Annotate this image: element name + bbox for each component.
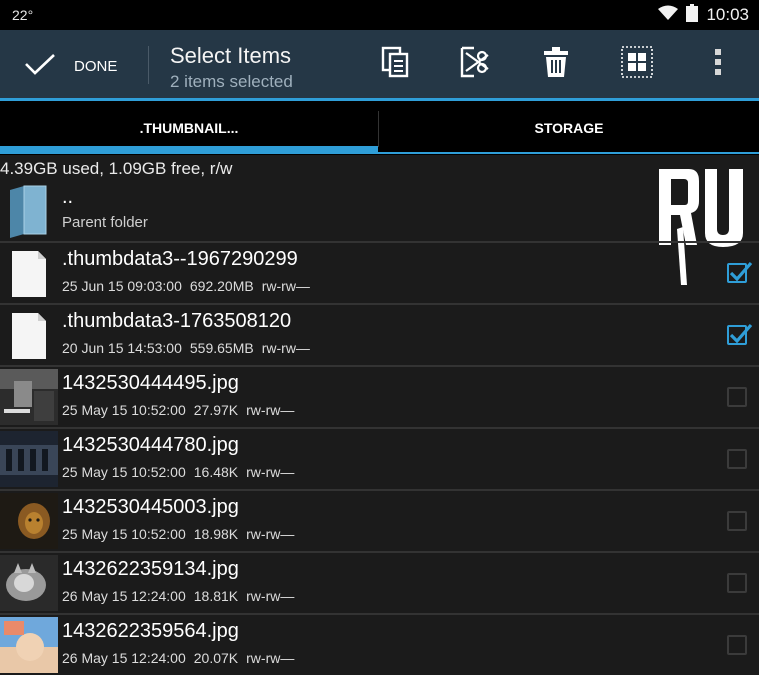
- image-thumbnail: [0, 555, 58, 611]
- status-bar: 22° 10:03: [0, 0, 759, 30]
- file-date: 26 May 15 12:24:00: [62, 588, 186, 604]
- divider: [148, 46, 149, 84]
- select-all-button[interactable]: [617, 44, 657, 84]
- file-date: 20 Jun 15 14:53:00: [62, 340, 182, 356]
- image-thumbnail: [0, 617, 58, 673]
- cut-icon: [458, 45, 492, 84]
- file-name: .thumbdata3-1763508120: [62, 310, 292, 332]
- file-size: 18.98K: [193, 526, 239, 542]
- file-permissions: rw-rw—: [246, 650, 295, 666]
- file-date: 25 May 15 10:52:00: [62, 402, 186, 418]
- image-thumbnail: [0, 493, 58, 549]
- file-row[interactable]: 1432530444780.jpg 25 May 15 10:52:00 16.4…: [0, 427, 759, 489]
- delete-button[interactable]: [536, 44, 576, 84]
- storage-info: 4.39GB used, 1.09GB free, r/w: [0, 159, 233, 178]
- file-permissions: rw-rw—: [246, 402, 295, 418]
- file-size: 16.48K: [193, 464, 239, 480]
- file-permissions: rw-rw—: [261, 340, 310, 356]
- file-name: 1432622359564.jpg: [62, 620, 239, 642]
- file-name: 1432622359134.jpg: [62, 558, 239, 580]
- selection-count: 2 items selected: [170, 72, 293, 91]
- temperature-indicator: 22°: [12, 7, 34, 23]
- file-permissions: rw-rw—: [246, 588, 295, 604]
- parent-folder-label: Parent folder: [62, 214, 148, 231]
- file-permissions: rw-rw—: [246, 464, 295, 480]
- file-checkbox[interactable]: [727, 387, 747, 407]
- cut-button[interactable]: [455, 44, 495, 84]
- overflow-menu-icon: [714, 48, 722, 81]
- file-checkbox[interactable]: [727, 511, 747, 531]
- file-date: 26 May 15 12:24:00: [62, 650, 186, 666]
- file-thumbnail: [0, 245, 58, 301]
- overflow-menu-button[interactable]: [698, 44, 738, 84]
- file-row[interactable]: .thumbdata3-1763508120 20 Jun 15 14:53:0…: [0, 303, 759, 365]
- image-thumbnail: [0, 369, 58, 425]
- folder-icon: [8, 184, 48, 243]
- file-name: 1432530444495.jpg: [62, 372, 239, 394]
- tab-underline: [0, 152, 759, 154]
- done-button[interactable]: DONE: [0, 30, 145, 98]
- battery-icon: [686, 3, 699, 27]
- file-checkbox[interactable]: [727, 261, 753, 283]
- check-icon: [24, 52, 56, 81]
- copy-button[interactable]: [375, 44, 415, 84]
- file-date: 25 Jun 15 09:03:00: [62, 278, 182, 294]
- image-thumbnail: [0, 431, 58, 487]
- file-row[interactable]: 1432530444495.jpg 25 May 15 10:52:00 27.9…: [0, 365, 759, 427]
- file-name: 1432530444780.jpg: [62, 434, 239, 456]
- parent-folder-row[interactable]: .. Parent folder: [0, 180, 759, 240]
- file-checkbox[interactable]: [727, 323, 753, 345]
- file-thumbnail: [0, 307, 58, 363]
- file-checkbox[interactable]: [727, 449, 747, 469]
- file-size: 20.07K: [193, 650, 239, 666]
- file-size: 27.97K: [193, 402, 239, 418]
- file-name: .thumbdata3--1967290299: [62, 248, 298, 270]
- wifi-icon: [658, 5, 679, 26]
- action-bar-title: Select Items: [170, 43, 292, 68]
- clock: 10:03: [706, 5, 749, 24]
- file-permissions: rw-rw—: [261, 278, 310, 294]
- action-bar: DONE Select Items 2 items selected: [0, 30, 759, 101]
- file-size: 559.65MB: [189, 340, 254, 356]
- file-checkbox[interactable]: [727, 635, 747, 655]
- done-label: DONE: [74, 58, 118, 75]
- file-size: 692.20MB: [189, 278, 254, 294]
- file-row[interactable]: 1432530445003.jpg 25 May 15 10:52:00 18.9…: [0, 489, 759, 551]
- trash-icon: [543, 46, 569, 83]
- file-row[interactable]: .thumbdata3--1967290299 25 Jun 15 09:03:…: [0, 241, 759, 303]
- file-size: 18.81K: [193, 588, 239, 604]
- file-row[interactable]: 1432622359564.jpg 26 May 15 12:24:00 20.0…: [0, 613, 759, 675]
- file-date: 25 May 15 10:52:00: [62, 464, 186, 480]
- parent-folder-name: ..: [62, 186, 74, 208]
- file-row[interactable]: 1432622359134.jpg 26 May 15 12:24:00 18.8…: [0, 551, 759, 613]
- file-name: 1432530445003.jpg: [62, 496, 239, 518]
- file-permissions: rw-rw—: [246, 526, 295, 542]
- file-checkbox[interactable]: [727, 573, 747, 593]
- file-date: 25 May 15 10:52:00: [62, 526, 186, 542]
- copy-icon: [380, 45, 410, 84]
- select-all-icon: [620, 45, 654, 84]
- tab-storage[interactable]: STORAGE: [379, 101, 759, 155]
